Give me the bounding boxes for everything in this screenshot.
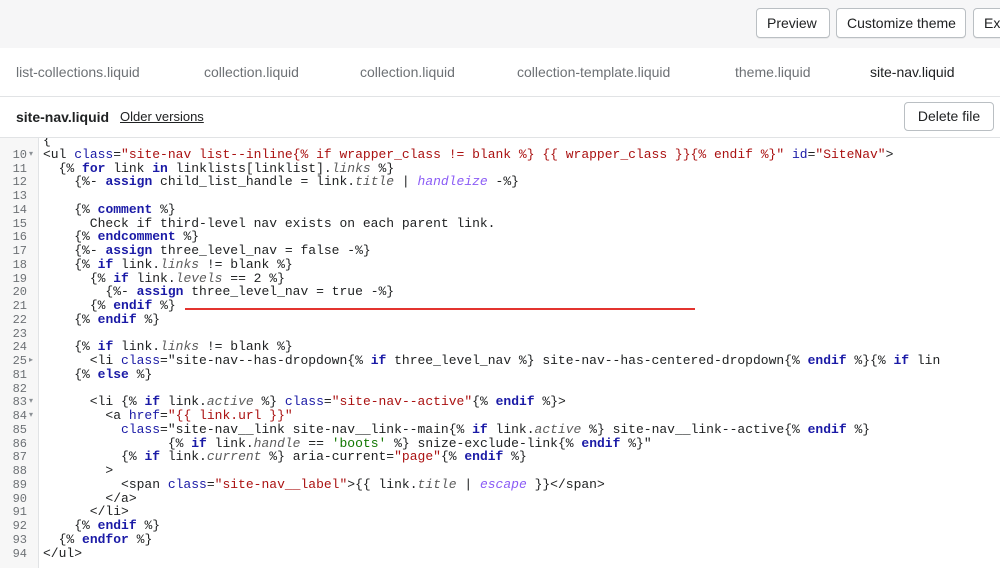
code-text: {% endfor %} [58,531,153,547]
code-line[interactable]: 18 {% if link.links != blank %} [0,256,1000,272]
line-number: 84 [12,409,27,423]
code-line[interactable]: 14 {% comment %} [0,201,1000,217]
line-number: 25 [12,354,27,368]
line-number: 23 [12,326,27,341]
line-number: 94 [12,546,27,561]
code-line[interactable]: 85 class="site-nav__link site-nav__link-… [0,422,1000,437]
line-number: 20 [12,285,27,300]
tab-site-nav[interactable]: site-nav.liquid [870,48,955,96]
code-text: {%- assign three_level_nav = false -%} [74,243,371,258]
line-number: 91 [12,505,27,520]
customize-theme-button[interactable]: Customize theme [836,8,966,38]
tab-theme[interactable]: theme.liquid [735,48,811,96]
line-number: 11 [12,161,27,176]
line-number: 82 [12,381,27,396]
code-line[interactable]: 10 ▾ <ul class="site-nav list--inline{% if… [0,146,1000,162]
code-text: <ul class="site-nav list--inline{% if wr… [43,146,894,162]
code-text: {%- assign child_list_handle = link.titl… [74,174,519,190]
highlight-underline [185,308,695,310]
line-number: 87 [12,450,27,465]
code-line[interactable]: 17 {%- assign three_level_nav = false -%… [0,243,1000,259]
line-number: 89 [12,477,27,492]
code-text: {% else %} [74,366,153,382]
preview-button[interactable]: Preview [756,8,830,38]
code-line[interactable]: 90 </a> [0,491,1000,506]
tab-collection-template[interactable]: collection-template.liquid [517,48,670,96]
code-text: <a href="{{ link.url }}" [43,408,293,423]
code-text: {% if link.current %} aria-current="page… [121,449,527,465]
code-text: {% comment %} [74,201,176,217]
fold-expanded-icon[interactable]: ▾ [29,395,33,409]
line-number: 90 [12,491,27,506]
line-number: 93 [12,532,27,547]
code-line[interactable]: 81 {% else %} [0,366,1000,382]
file-tabs: list-collections.liquid collection.liqui… [0,48,1000,144]
line-number: 83 [12,395,27,410]
fold-expanded-icon[interactable]: ▾ [29,148,33,162]
code-line[interactable]: 94 </ul> [0,545,1000,561]
tab-collection-2[interactable]: collection.liquid [360,48,455,96]
line-number: 88 [12,464,27,478]
code-text: </ul> [43,545,83,561]
line-number: 22 [12,312,27,327]
file-title: site-nav.liquid [16,109,110,125]
code-line[interactable]: 12 {%- assign child_list_handle = link.t… [0,174,1000,190]
code-line[interactable]: 89 <span class="site-nav__label">{{ link… [0,476,1000,492]
line-number: 17 [12,244,27,258]
delete-file-button[interactable]: Delete file [904,102,994,131]
code-text: {% endif %} [74,311,161,327]
line-number: 13 [12,189,27,203]
line-number: 16 [12,230,27,245]
code-editor[interactable]: {10 ▾ <ul class="site-nav list--inline{% i… [0,138,1000,568]
file-header: site-nav.liquid Older versions Delete fi… [0,97,1000,138]
line-number: 86 [12,436,27,451]
tab-collection[interactable]: collection.liquid [204,48,299,96]
code-text: <li class="site-nav--has-dropdown{% if t… [43,353,941,368]
line-number: 92 [12,519,27,533]
code-line[interactable]: 22 {% endif %} [0,311,1000,327]
line-number: 85 [12,422,27,437]
code-text: > [43,463,114,478]
code-line[interactable]: 87 {% if link.current %} aria-current="p… [0,449,1000,465]
line-number: 24 [12,340,27,355]
older-versions-link[interactable]: Older versions [120,97,204,137]
line-number: 81 [12,367,27,382]
code-line[interactable]: 93 {% endfor %} [0,531,1000,547]
line-number: 15 [12,216,27,231]
code-text: <span class="site-nav__label">{{ link.ti… [43,476,605,492]
top-toolbar: Preview Customize theme Ex [0,0,1000,48]
line-number: 10 [12,147,27,162]
line-number: 19 [12,271,27,286]
fold-collapsed-icon[interactable]: ▸ [29,354,33,368]
line-number: 14 [12,202,27,217]
exit-button[interactable]: Ex [973,8,1000,38]
line-number: 21 [12,299,27,313]
tab-list-collections[interactable]: list-collections.liquid [16,48,140,96]
line-number: 18 [12,257,27,272]
fold-expanded-icon[interactable]: ▾ [29,409,33,423]
line-number: 12 [12,175,27,190]
code-text: {% if link.links != blank %} [74,256,293,272]
